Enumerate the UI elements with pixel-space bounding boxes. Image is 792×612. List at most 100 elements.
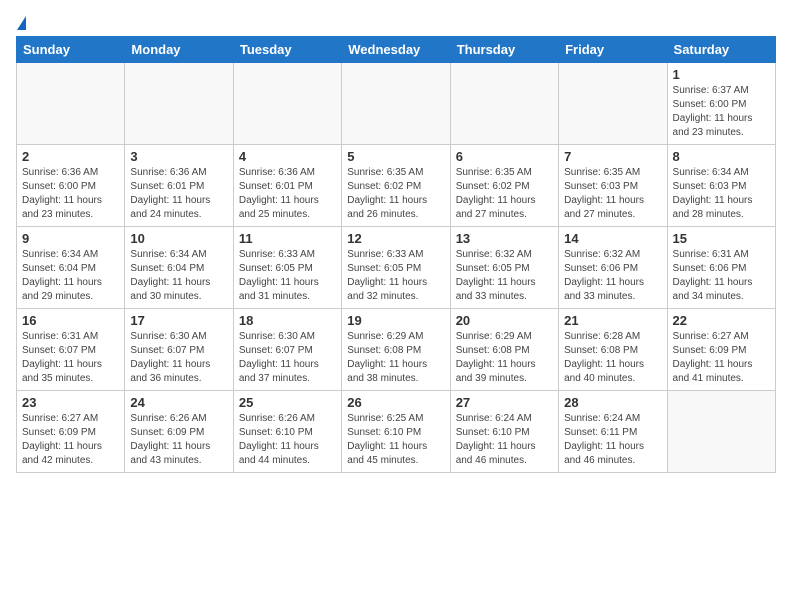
day-info: Sunrise: 6:29 AM Sunset: 6:08 PM Dayligh… (456, 330, 553, 386)
day-number: 9 (22, 231, 119, 246)
day-number: 27 (456, 395, 553, 410)
calendar-cell: 4 Sunrise: 6:36 AM Sunset: 6:01 PM Daylig… (233, 145, 341, 227)
day-number: 5 (347, 149, 444, 164)
day-info: Sunrise: 6:35 AM Sunset: 6:02 PM Dayligh… (347, 166, 444, 222)
column-header-saturday: Saturday (667, 37, 775, 63)
day-number: 21 (564, 313, 661, 328)
day-number: 25 (239, 395, 336, 410)
day-number: 28 (564, 395, 661, 410)
day-number: 17 (130, 313, 227, 328)
calendar-week-row: 2 Sunrise: 6:36 AM Sunset: 6:00 PM Daylig… (17, 145, 776, 227)
calendar-cell (559, 63, 667, 145)
calendar-cell: 15Sunrise: 6:31 AM Sunset: 6:06 PM Dayli… (667, 227, 775, 309)
calendar-cell: 1Sunrise: 6:37 AM Sunset: 6:00 PM Daylig… (667, 63, 775, 145)
calendar-cell: 19 Sunrise: 6:29 AM Sunset: 6:08 PM Dayli… (342, 309, 450, 391)
day-number: 14 (564, 231, 661, 246)
day-number: 6 (456, 149, 553, 164)
calendar-week-row: 16 Sunrise: 6:31 AM Sunset: 6:07 PM Dayli… (17, 309, 776, 391)
day-number: 18 (239, 313, 336, 328)
calendar-cell (233, 63, 341, 145)
day-info: Sunrise: 6:36 AM Sunset: 6:01 PM Dayligh… (239, 166, 336, 222)
day-number: 15 (673, 231, 770, 246)
logo-triangle-icon (17, 16, 26, 30)
day-number: 24 (130, 395, 227, 410)
calendar-week-row: 23 Sunrise: 6:27 AM Sunset: 6:09 PM Dayli… (17, 391, 776, 473)
calendar-cell: 28Sunrise: 6:24 AM Sunset: 6:11 PM Dayli… (559, 391, 667, 473)
day-number: 12 (347, 231, 444, 246)
day-number: 3 (130, 149, 227, 164)
column-header-tuesday: Tuesday (233, 37, 341, 63)
calendar-cell: 2 Sunrise: 6:36 AM Sunset: 6:00 PM Daylig… (17, 145, 125, 227)
day-info: Sunrise: 6:32 AM Sunset: 6:06 PM Dayligh… (564, 248, 661, 304)
day-info: Sunrise: 6:33 AM Sunset: 6:05 PM Dayligh… (347, 248, 444, 304)
day-number: 13 (456, 231, 553, 246)
calendar-table: SundayMondayTuesdayWednesdayThursdayFrid… (16, 36, 776, 473)
calendar-cell: 5 Sunrise: 6:35 AM Sunset: 6:02 PM Daylig… (342, 145, 450, 227)
page-header (16, 16, 776, 28)
calendar-cell (667, 391, 775, 473)
day-info: Sunrise: 6:31 AM Sunset: 6:07 PM Dayligh… (22, 330, 119, 386)
day-number: 4 (239, 149, 336, 164)
day-number: 1 (673, 67, 770, 82)
calendar-cell: 7 Sunrise: 6:35 AM Sunset: 6:03 PM Daylig… (559, 145, 667, 227)
day-info: Sunrise: 6:25 AM Sunset: 6:10 PM Dayligh… (347, 412, 444, 468)
day-info: Sunrise: 6:33 AM Sunset: 6:05 PM Dayligh… (239, 248, 336, 304)
day-number: 23 (22, 395, 119, 410)
day-number: 7 (564, 149, 661, 164)
day-info: Sunrise: 6:35 AM Sunset: 6:02 PM Dayligh… (456, 166, 553, 222)
day-info: Sunrise: 6:26 AM Sunset: 6:09 PM Dayligh… (130, 412, 227, 468)
day-number: 22 (673, 313, 770, 328)
day-info: Sunrise: 6:29 AM Sunset: 6:08 PM Dayligh… (347, 330, 444, 386)
day-number: 16 (22, 313, 119, 328)
calendar-cell (342, 63, 450, 145)
day-number: 2 (22, 149, 119, 164)
day-info: Sunrise: 6:34 AM Sunset: 6:04 PM Dayligh… (22, 248, 119, 304)
day-info: Sunrise: 6:26 AM Sunset: 6:10 PM Dayligh… (239, 412, 336, 468)
calendar-cell: 10 Sunrise: 6:34 AM Sunset: 6:04 PM Dayli… (125, 227, 233, 309)
calendar-cell: 23 Sunrise: 6:27 AM Sunset: 6:09 PM Dayli… (17, 391, 125, 473)
day-number: 10 (130, 231, 227, 246)
day-number: 26 (347, 395, 444, 410)
calendar-cell: 24 Sunrise: 6:26 AM Sunset: 6:09 PM Dayli… (125, 391, 233, 473)
column-header-monday: Monday (125, 37, 233, 63)
calendar-cell: 21 Sunrise: 6:28 AM Sunset: 6:08 PM Dayli… (559, 309, 667, 391)
column-header-friday: Friday (559, 37, 667, 63)
day-info: Sunrise: 6:34 AM Sunset: 6:03 PM Dayligh… (673, 166, 770, 222)
logo (16, 16, 26, 28)
calendar-header-row: SundayMondayTuesdayWednesdayThursdayFrid… (17, 37, 776, 63)
day-info: Sunrise: 6:27 AM Sunset: 6:09 PM Dayligh… (22, 412, 119, 468)
day-info: Sunrise: 6:30 AM Sunset: 6:07 PM Dayligh… (239, 330, 336, 386)
calendar-cell (125, 63, 233, 145)
day-number: 11 (239, 231, 336, 246)
calendar-week-row: 9 Sunrise: 6:34 AM Sunset: 6:04 PM Daylig… (17, 227, 776, 309)
calendar-cell: 3 Sunrise: 6:36 AM Sunset: 6:01 PM Daylig… (125, 145, 233, 227)
day-number: 19 (347, 313, 444, 328)
column-header-sunday: Sunday (17, 37, 125, 63)
day-info: Sunrise: 6:36 AM Sunset: 6:00 PM Dayligh… (22, 166, 119, 222)
calendar-cell: 9 Sunrise: 6:34 AM Sunset: 6:04 PM Daylig… (17, 227, 125, 309)
day-info: Sunrise: 6:28 AM Sunset: 6:08 PM Dayligh… (564, 330, 661, 386)
calendar-cell: 14 Sunrise: 6:32 AM Sunset: 6:06 PM Dayli… (559, 227, 667, 309)
calendar-week-row: 1Sunrise: 6:37 AM Sunset: 6:00 PM Daylig… (17, 63, 776, 145)
column-header-thursday: Thursday (450, 37, 558, 63)
calendar-cell: 26 Sunrise: 6:25 AM Sunset: 6:10 PM Dayli… (342, 391, 450, 473)
calendar-cell (17, 63, 125, 145)
calendar-cell: 16 Sunrise: 6:31 AM Sunset: 6:07 PM Dayli… (17, 309, 125, 391)
calendar-cell: 17 Sunrise: 6:30 AM Sunset: 6:07 PM Dayli… (125, 309, 233, 391)
calendar-cell: 12 Sunrise: 6:33 AM Sunset: 6:05 PM Dayli… (342, 227, 450, 309)
calendar-cell: 22Sunrise: 6:27 AM Sunset: 6:09 PM Dayli… (667, 309, 775, 391)
day-info: Sunrise: 6:36 AM Sunset: 6:01 PM Dayligh… (130, 166, 227, 222)
calendar-cell: 18 Sunrise: 6:30 AM Sunset: 6:07 PM Dayli… (233, 309, 341, 391)
calendar-cell (450, 63, 558, 145)
calendar-cell: 6 Sunrise: 6:35 AM Sunset: 6:02 PM Daylig… (450, 145, 558, 227)
day-info: Sunrise: 6:24 AM Sunset: 6:10 PM Dayligh… (456, 412, 553, 468)
day-info: Sunrise: 6:34 AM Sunset: 6:04 PM Dayligh… (130, 248, 227, 304)
day-info: Sunrise: 6:30 AM Sunset: 6:07 PM Dayligh… (130, 330, 227, 386)
day-number: 20 (456, 313, 553, 328)
calendar-cell: 11 Sunrise: 6:33 AM Sunset: 6:05 PM Dayli… (233, 227, 341, 309)
day-number: 8 (673, 149, 770, 164)
calendar-cell: 27 Sunrise: 6:24 AM Sunset: 6:10 PM Dayli… (450, 391, 558, 473)
calendar-cell: 25 Sunrise: 6:26 AM Sunset: 6:10 PM Dayli… (233, 391, 341, 473)
column-header-wednesday: Wednesday (342, 37, 450, 63)
day-info: Sunrise: 6:35 AM Sunset: 6:03 PM Dayligh… (564, 166, 661, 222)
